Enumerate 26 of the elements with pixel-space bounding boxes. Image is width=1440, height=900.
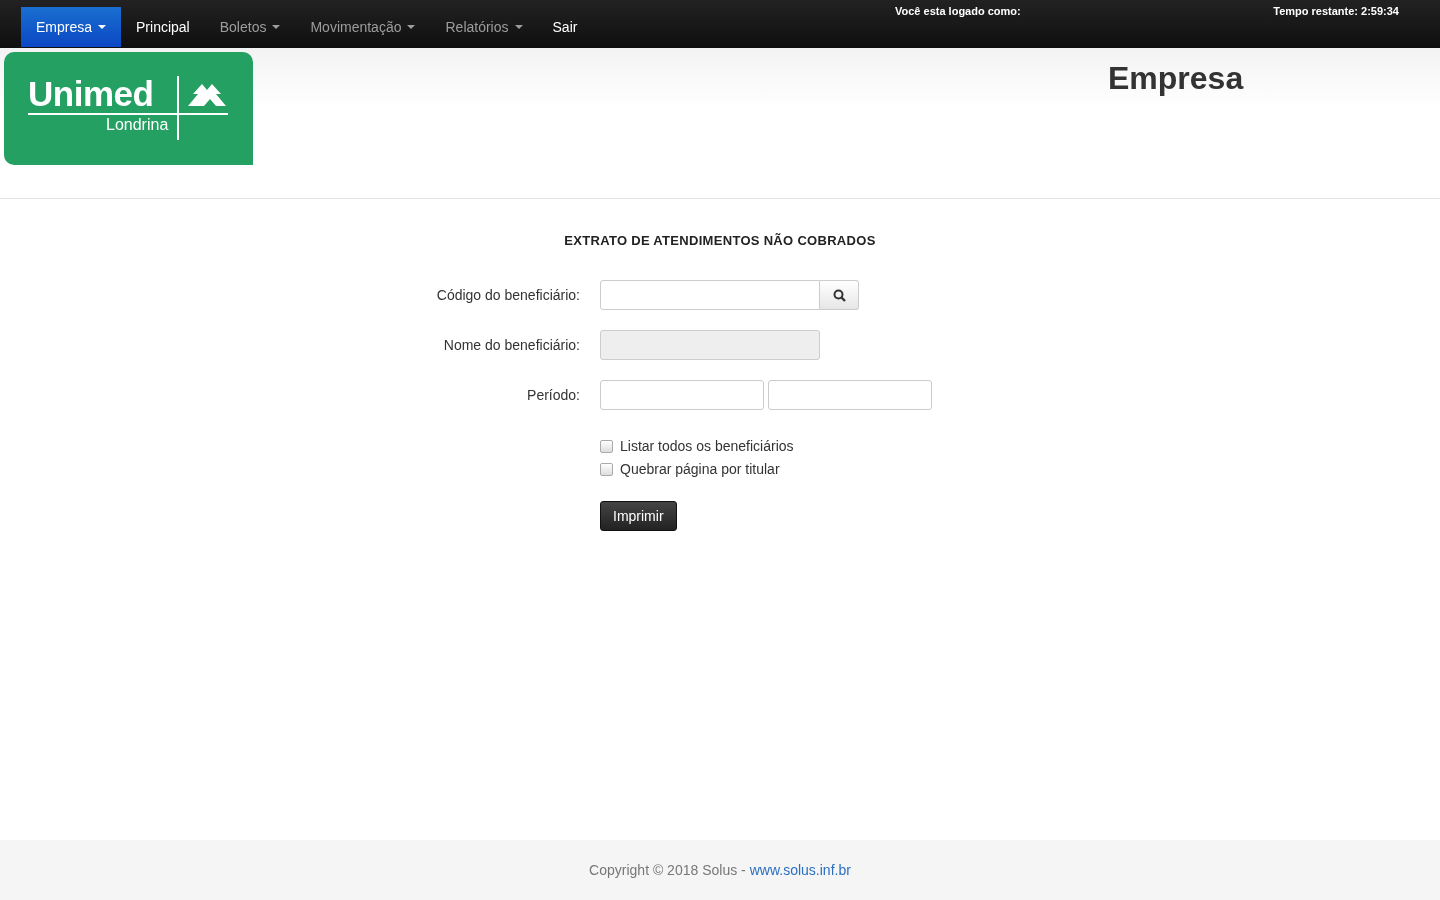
field-label: Nome do beneficiário: [442, 337, 580, 353]
report-title: EXTRATO DE ATENDIMENTOS NÃO COBRADOS [563, 233, 877, 248]
nav-menu[interactable]: Relatórios [430, 7, 538, 47]
field-label: Período: [526, 387, 580, 403]
checkbox[interactable] [600, 439, 613, 453]
print-button[interactable]: Imprimir [600, 501, 677, 531]
session-timer: Tempo restante: 2:59:34 [1273, 5, 1399, 17]
nav-menu[interactable]: Movimentação [295, 7, 431, 47]
nav-link[interactable]: Principal [121, 7, 205, 47]
search-icon [832, 288, 846, 302]
search-button[interactable] [820, 280, 859, 310]
checkbox[interactable] [600, 462, 613, 476]
checkbox-label: Quebrar página por titular [620, 461, 780, 477]
field-label: Código do beneficiário: [435, 287, 580, 303]
nav-menu[interactable]: Boletos [204, 7, 296, 47]
company-logo: Unimed Londrina [4, 52, 253, 165]
nav-menu[interactable]: Empresa [21, 7, 122, 47]
start-date-field[interactable] [600, 380, 764, 410]
website-link[interactable]: www.solus.inf.br [749, 862, 851, 878]
copyright-text: Copyright © 2018 Solus - [589, 862, 746, 878]
search-field[interactable] [600, 280, 820, 310]
nav-link[interactable]: Sair [537, 7, 593, 47]
logged-user-label: Você esta logado como: [895, 5, 1021, 17]
page-title: Empresa [1108, 60, 1244, 97]
checkbox-label: Listar todos os beneficiários [620, 438, 794, 454]
end-date-field[interactable] [768, 380, 932, 410]
